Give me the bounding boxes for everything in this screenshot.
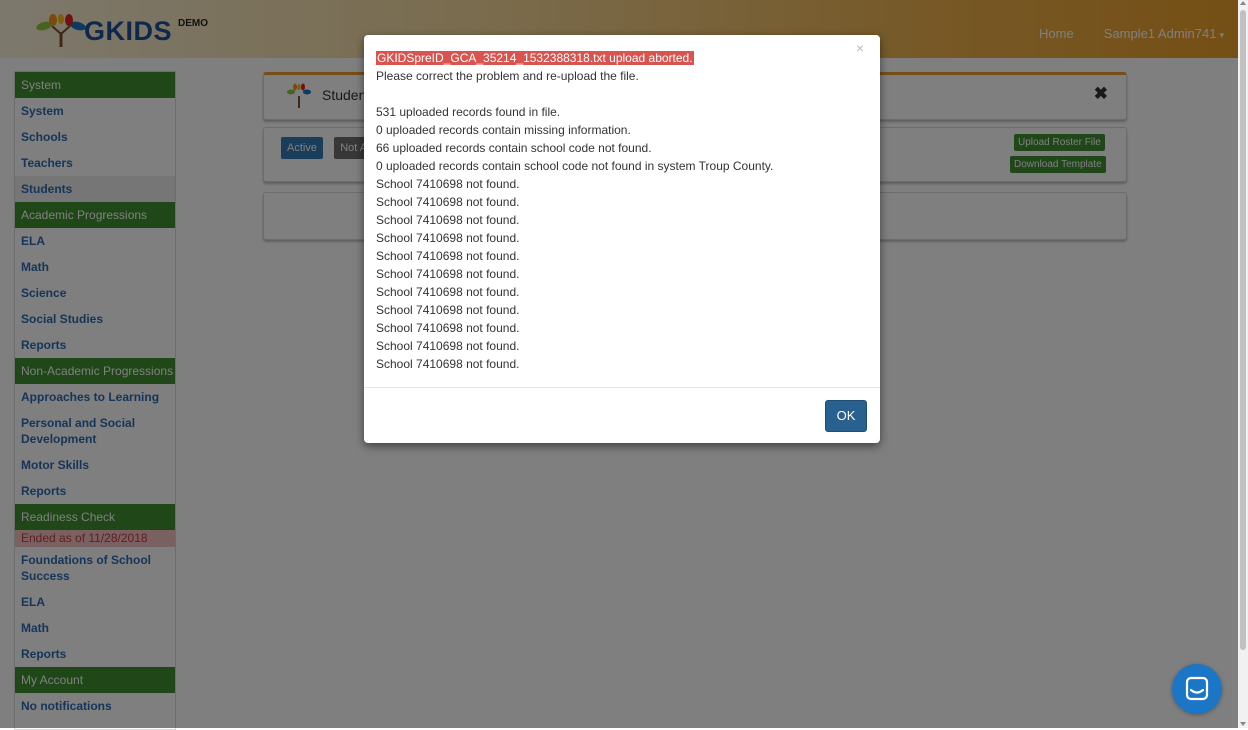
school-not-found-line: School 7410698 not found. bbox=[376, 321, 520, 335]
scroll-down-icon[interactable] bbox=[1240, 722, 1246, 726]
page-scrollbar[interactable] bbox=[1238, 0, 1248, 728]
school-not-found-line: School 7410698 not found. bbox=[376, 213, 520, 227]
ok-button[interactable]: OK bbox=[825, 400, 867, 432]
scroll-thumb[interactable] bbox=[1240, 10, 1246, 650]
school-not-found-line: School 7410698 not found. bbox=[376, 177, 520, 191]
upload-error-instruction: Please correct the problem and re-upload… bbox=[376, 69, 639, 83]
upload-stat-line: 0 uploaded records contain missing infor… bbox=[376, 123, 631, 137]
school-not-found-line: School 7410698 not found. bbox=[376, 285, 520, 299]
upload-error-title: GKIDSpreID_GCA_35214_1532388318.txt uplo… bbox=[376, 51, 694, 65]
upload-error-dialog: × GKIDSpreID_GCA_35214_1532388318.txt up… bbox=[364, 35, 880, 443]
school-not-found-line: School 7410698 not found. bbox=[376, 303, 520, 317]
close-icon[interactable]: × bbox=[856, 40, 864, 56]
upload-stat-line: 531 uploaded records found in file. bbox=[376, 105, 561, 119]
school-not-found-line: School 7410698 not found. bbox=[376, 339, 520, 353]
chat-bubble-icon bbox=[1185, 676, 1209, 701]
upload-stat-line: 0 uploaded records contain school code n… bbox=[376, 159, 774, 173]
scroll-up-icon[interactable] bbox=[1240, 1, 1246, 5]
school-not-found-line: School 7410698 not found. bbox=[376, 267, 520, 281]
school-not-found-line: School 7410698 not found. bbox=[376, 249, 520, 263]
modal-footer: OK bbox=[364, 387, 880, 444]
chat-launcher-button[interactable] bbox=[1172, 664, 1222, 714]
school-not-found-line: School 7410698 not found. bbox=[376, 195, 520, 209]
school-not-found-line: School 7410698 not found. bbox=[376, 231, 520, 245]
school-not-found-line: School 7410698 not found. bbox=[376, 357, 520, 371]
upload-error-body: GKIDSpreID_GCA_35214_1532388318.txt uplo… bbox=[376, 49, 856, 373]
upload-stat-line: 66 uploaded records contain school code … bbox=[376, 141, 652, 155]
